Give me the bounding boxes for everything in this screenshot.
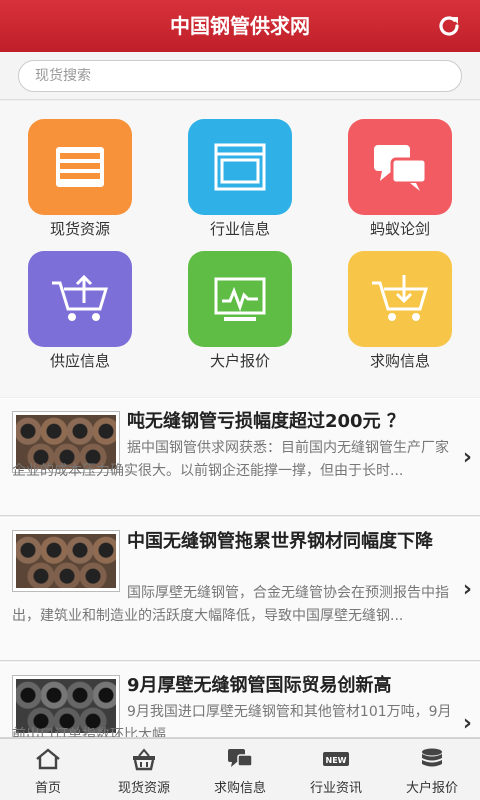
new-badge-icon: NEW [323, 752, 349, 766]
cart-download-icon [348, 251, 452, 347]
search-input[interactable]: 现货搜索 [18, 60, 462, 92]
list-icon [28, 119, 132, 215]
browser-window-icon [188, 119, 292, 215]
search-bar: 现货搜索 [0, 52, 480, 100]
tab-major-quotes[interactable]: 大户报价 [384, 739, 480, 800]
home-icon [36, 748, 60, 770]
news-title: 9月厚壁无缝钢管国际贸易创新高 [127, 675, 392, 696]
cart-upload-icon [28, 251, 132, 347]
grid-item-label: 大户报价 [209, 352, 270, 370]
refresh-icon[interactable] [436, 13, 462, 39]
tab-spot-resources[interactable]: 现货资源 [96, 739, 192, 800]
news-title: 吨无缝钢管亏损幅度超过200元 ？ [127, 411, 405, 432]
tab-label: 求购信息 [213, 781, 266, 796]
svg-text:NEW: NEW [326, 756, 347, 765]
news-item[interactable]: 吨无缝钢管亏损幅度超过200元 ？ 据中国钢管供求网获悉：目前国内无缝钢管生产厂… [0, 398, 480, 516]
tab-label: 首页 [34, 781, 61, 796]
tab-industry-news[interactable]: NEW 行业资讯 [288, 739, 384, 800]
grid-item-major-quotes[interactable]: 大户报价 [160, 233, 320, 370]
grid-item-spot-resources[interactable]: 现货资源 [0, 101, 160, 238]
grid-item-supply-info[interactable]: 供应信息 [0, 233, 160, 370]
chart-screen-icon [188, 251, 292, 347]
chevron-right-icon: › [462, 577, 472, 602]
tab-purchase-info[interactable]: 求购信息 [192, 739, 288, 800]
grid-item-label: 求购信息 [369, 352, 430, 370]
news-summary: 国际厚壁无缝钢管，合金无缝管协会在预测报告中指出，建筑业和制造业的活跃度大幅降低… [12, 585, 449, 624]
chevron-right-icon: › [462, 711, 472, 736]
tab-label: 大户报价 [405, 781, 458, 796]
tab-home[interactable]: 首页 [0, 739, 96, 800]
chat-icon [228, 749, 253, 767]
app-header: 中国钢管供求网 [0, 0, 480, 52]
category-grid: 现货资源 行业信息 蚂蚁论剑 供应信息 大户报价 求购信息 [0, 101, 480, 397]
news-summary: 据中国钢管供求网获悉：目前国内无缝钢管生产厂家企业的成本压力确实很大。以前钢企还… [12, 440, 449, 479]
grid-item-forum[interactable]: 蚂蚁论剑 [320, 101, 480, 238]
basket-icon [133, 748, 155, 771]
grid-item-purchase-info[interactable]: 求购信息 [320, 233, 480, 370]
news-summary: 9月我国进口厚壁无缝钢管和其他管材101万吨，9月前出口订单指数环比大幅 [12, 704, 452, 738]
database-icon [422, 748, 442, 767]
tab-label: 现货资源 [117, 781, 170, 796]
chevron-right-icon: › [462, 445, 472, 470]
chat-bubbles-icon [348, 119, 452, 215]
news-item[interactable]: 中国无缝钢管拖累世界钢材同幅度下降 国际厚壁无缝钢管，合金无缝管协会在预测报告中… [0, 517, 480, 661]
tab-label: 行业资讯 [309, 781, 362, 796]
news-title: 中国无缝钢管拖累世界钢材同幅度下降 [127, 531, 433, 552]
page-title: 中国钢管供求网 [170, 14, 310, 38]
grid-item-label: 供应信息 [49, 352, 110, 370]
grid-item-industry-info[interactable]: 行业信息 [160, 101, 320, 238]
bottom-tab-bar: 首页 现货资源 求购信息 NEW 行业资讯 大户报价 [0, 738, 480, 800]
news-item[interactable]: 9月厚壁无缝钢管国际贸易创新高 9月我国进口厚壁无缝钢管和其他管材101万吨，9… [0, 662, 480, 738]
